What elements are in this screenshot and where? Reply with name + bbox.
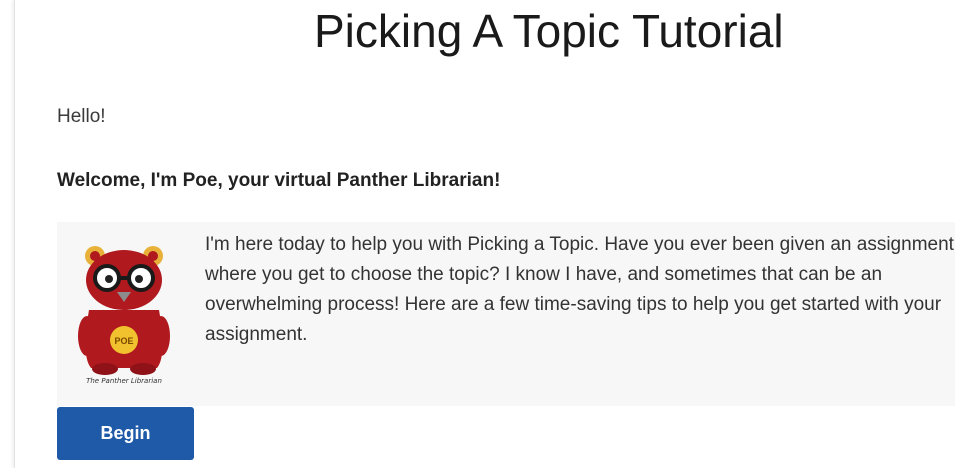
page-title: Picking A Topic Tutorial bbox=[314, 5, 784, 57]
mascot-caption: The Panther Librarian bbox=[86, 377, 162, 385]
welcome-heading: Welcome, I'm Poe, your virtual Panther L… bbox=[57, 170, 501, 191]
panther-librarian-mascot-icon: POE The Panther Librarian bbox=[78, 246, 170, 385]
begin-button[interactable]: Begin bbox=[57, 407, 194, 460]
poe-mascot-avatar: POE The Panther Librarian bbox=[61, 236, 189, 386]
greeting-text: Hello! bbox=[57, 106, 106, 127]
mascot-badge-text: POE bbox=[114, 336, 133, 346]
intro-box: POE The Panther Librarian I'm here today… bbox=[57, 222, 955, 406]
intro-paragraph: I'm here today to help you with Picking … bbox=[205, 234, 954, 345]
